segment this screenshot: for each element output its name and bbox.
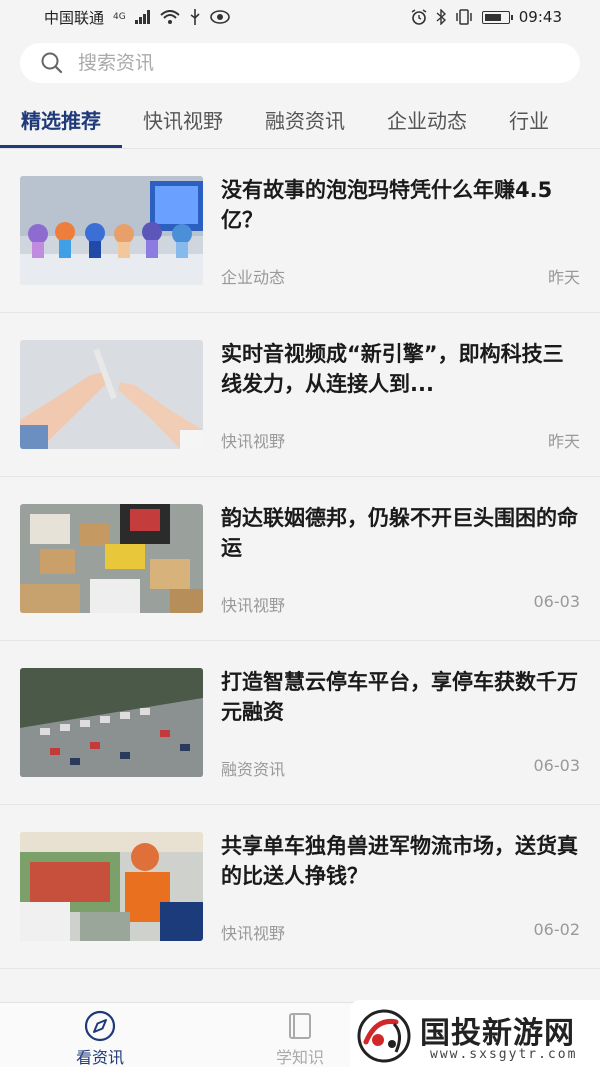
wifi-icon (160, 10, 180, 24)
site-logo-icon (357, 1009, 411, 1063)
nav-label: 学知识 (275, 1048, 324, 1067)
news-title: 共享单车独角兽进军物流市场，送货真的比送人挣钱？ (221, 834, 578, 888)
watermark: 国投新游网 www.sxsgytr.com (350, 1000, 600, 1067)
news-title: 没有故事的泡泡玛特凭什么年赚4.5亿？ (221, 178, 553, 232)
carrier-label: 中国联通 (44, 8, 105, 27)
nav-read-news[interactable]: 看资讯 (40, 1009, 160, 1067)
search-bar[interactable] (20, 43, 580, 83)
signal-icon (134, 10, 150, 24)
usb-icon (190, 9, 200, 25)
news-item[interactable]: 韵达联姻德邦，仍躲不开巨头围困的命运 快讯视野 06-03 (0, 477, 600, 641)
news-thumbnail-toys (20, 176, 203, 285)
status-right: 09:43 (411, 8, 562, 26)
news-item[interactable]: 实时音视频成“新引擎”，即构科技三线发力，从连接人到... 快讯视野 昨天 (0, 313, 600, 477)
news-category: 企业动态 (221, 268, 286, 287)
news-item[interactable]: 共享单车独角兽进军物流市场，送货真的比送人挣钱？ 快讯视野 06-02 (0, 805, 600, 969)
tab-financing[interactable]: 融资资讯 (244, 96, 366, 146)
compass-icon (84, 1010, 116, 1042)
news-title: 打造智慧云停车平台，享停车获数千万元融资 (221, 670, 578, 724)
news-time: 昨天 (547, 432, 580, 451)
news-thumbnail-hands (20, 340, 203, 449)
news-title: 韵达联姻德邦，仍躲不开巨头围困的命运 (221, 506, 578, 560)
status-left: 中国联通 4G (44, 7, 230, 28)
watermark-title: 国投新游网 (420, 1016, 575, 1051)
bluetooth-icon (436, 9, 446, 25)
news-thumbnail-parcels (20, 504, 203, 613)
vibrate-icon (456, 9, 472, 25)
news-time: 06-03 (533, 756, 581, 775)
news-title: 实时音视频成“新引擎”，即构科技三线发力，从连接人到... (221, 342, 564, 396)
news-time: 昨天 (547, 268, 580, 287)
news-item[interactable]: 打造智慧云停车平台，享停车获数千万元融资 融资资讯 06-03 (0, 641, 600, 805)
battery-fill (484, 13, 502, 21)
news-thumbnail-courier (20, 832, 203, 941)
news-category: 快讯视野 (221, 924, 286, 943)
book-icon (289, 1013, 311, 1039)
category-tabs: 精选推荐 快讯视野 融资资讯 企业动态 行业 (0, 96, 600, 148)
nav-label: 看资讯 (75, 1048, 124, 1067)
battery-icon (481, 10, 513, 24)
network-label: 4G (113, 12, 126, 22)
news-time: 06-02 (533, 920, 581, 939)
news-category: 快讯视野 (221, 432, 286, 451)
news-list: 没有故事的泡泡玛特凭什么年赚4.5亿？ 企业动态 昨天 实时音视频成“新引擎”，… (0, 149, 600, 1009)
tab-company-news[interactable]: 企业动态 (366, 96, 488, 146)
news-time: 06-03 (533, 592, 581, 611)
eye-icon (209, 10, 230, 24)
status-time: 09:43 (518, 8, 562, 26)
watermark-url: www.sxsgytr.com (430, 1047, 578, 1062)
alarm-icon (411, 9, 427, 25)
tab-industry[interactable]: 行业 (488, 96, 570, 146)
news-item[interactable]: 没有故事的泡泡玛特凭什么年赚4.5亿？ 企业动态 昨天 (0, 149, 600, 313)
news-category: 融资资讯 (221, 760, 286, 779)
news-category: 快讯视野 (221, 596, 286, 615)
search-icon (41, 52, 63, 74)
search-input[interactable] (78, 52, 538, 74)
nav-learn[interactable]: 学知识 (240, 1009, 360, 1067)
tab-news-flash[interactable]: 快讯视野 (122, 96, 244, 146)
tab-featured[interactable]: 精选推荐 (0, 96, 122, 148)
news-thumbnail-parking (20, 668, 203, 777)
status-bar: 中国联通 4G 09:43 (0, 0, 600, 34)
